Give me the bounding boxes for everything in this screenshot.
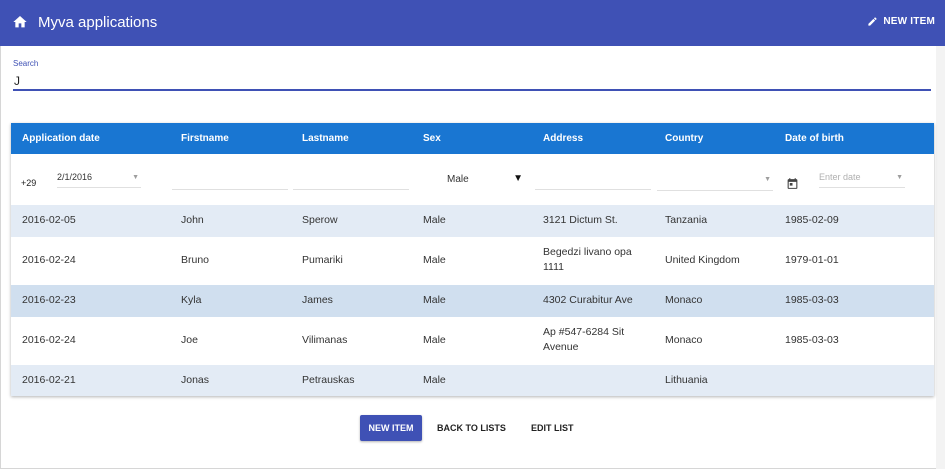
cell-country: United Kingdom	[665, 254, 740, 266]
applications-table: Application date Firstname Lastname Sex …	[11, 123, 934, 396]
filter-date-of-birth-placeholder: Enter date	[819, 172, 861, 182]
cell-lastname: James	[302, 294, 333, 306]
dropdown-caret-icon: ▼	[896, 174, 903, 181]
filter-row: +29 2/1/2016 ▼ Male ▼ ▼ Enter date ▼	[11, 154, 934, 205]
cell-application-date: 2016-02-24	[22, 254, 76, 266]
search-label: Search	[13, 59, 39, 68]
cell-address: 4302 Curabitur Ave	[543, 294, 633, 306]
filter-application-date[interactable]: 2/1/2016 ▼	[57, 172, 141, 188]
header-new-item-button[interactable]: NEW ITEM	[867, 16, 935, 27]
cell-date-of-birth: 1985-03-03	[785, 294, 839, 306]
home-icon[interactable]	[12, 14, 28, 30]
column-header-country[interactable]: Country	[665, 133, 703, 144]
cell-country: Monaco	[665, 334, 703, 346]
column-header-application-date[interactable]: Application date	[22, 133, 100, 144]
cell-firstname: John	[181, 214, 204, 226]
cell-sex: Male	[423, 294, 446, 306]
table-row[interactable]: 2016-02-23 Kyla James Male 4302 Curabitu…	[11, 285, 934, 317]
table-row[interactable]: 2016-02-24 Joe Vilimanas Male Ap #547-62…	[11, 317, 934, 365]
column-header-sex[interactable]: Sex	[423, 133, 441, 144]
scrollbar[interactable]	[936, 46, 945, 469]
cell-date-of-birth: 1985-03-03	[785, 334, 839, 346]
cell-address: 3121 Dictum St.	[543, 214, 618, 226]
filter-sex-value: Male	[447, 174, 469, 185]
back-to-lists-button[interactable]: BACK TO LISTS	[437, 415, 506, 441]
filter-application-date-value: 2/1/2016	[57, 172, 93, 182]
filter-country-select[interactable]: ▼	[657, 174, 773, 191]
cell-application-date: 2016-02-24	[22, 334, 76, 346]
header-new-item-label: NEW ITEM	[883, 16, 935, 27]
app-bar: Myva applications NEW ITEM	[0, 0, 945, 46]
cell-date-of-birth: 1985-02-09	[785, 214, 839, 226]
filter-sex-select[interactable]: Male ▼	[447, 173, 527, 190]
cell-lastname: Sperow	[302, 214, 338, 226]
cell-lastname: Petrauskas	[302, 374, 355, 386]
pencil-icon	[868, 17, 878, 26]
table-row[interactable]: 2016-02-05 John Sperow Male 3121 Dictum …	[11, 205, 934, 237]
cell-sex: Male	[423, 214, 446, 226]
column-header-firstname[interactable]: Firstname	[181, 133, 229, 144]
search-input[interactable]	[13, 72, 931, 91]
cell-lastname: Vilimanas	[302, 334, 348, 346]
dropdown-arrow-icon: ▼	[513, 173, 523, 184]
action-bar: NEW ITEM BACK TO LISTS EDIT LIST	[0, 415, 945, 441]
filter-firstname-input[interactable]	[172, 173, 288, 190]
cell-application-date: 2016-02-23	[22, 294, 76, 306]
cell-sex: Male	[423, 254, 446, 266]
cell-firstname: Joe	[181, 334, 198, 346]
cell-country: Tanzania	[665, 214, 708, 226]
dropdown-caret-icon: ▼	[764, 176, 771, 183]
filter-lastname-input[interactable]	[293, 173, 409, 190]
cell-sex: Male	[423, 334, 446, 346]
table-row[interactable]: 2016-02-21 Jonas Petrauskas Male Lithuan…	[11, 365, 934, 396]
cell-application-date: 2016-02-05	[22, 214, 76, 226]
app-title: Myva applications	[38, 14, 158, 31]
new-item-button[interactable]: NEW ITEM	[360, 415, 422, 441]
cell-date-of-birth: 1979-01-01	[785, 254, 839, 266]
filter-count: +29	[21, 178, 37, 188]
cell-firstname: Bruno	[181, 254, 210, 266]
column-header-date-of-birth[interactable]: Date of birth	[785, 133, 844, 144]
filter-address-input[interactable]	[535, 173, 651, 190]
edit-list-button[interactable]: EDIT LIST	[531, 415, 574, 441]
column-header-lastname[interactable]: Lastname	[302, 133, 349, 144]
table-header: Application date Firstname Lastname Sex …	[11, 123, 934, 154]
calendar-icon[interactable]	[786, 177, 799, 190]
filter-date-of-birth[interactable]: Enter date ▼	[819, 172, 905, 188]
cell-address: Begedzi livano opa 1111	[543, 246, 632, 273]
column-header-address[interactable]: Address	[543, 133, 583, 144]
dropdown-caret-icon: ▼	[132, 174, 139, 181]
cell-application-date: 2016-02-21	[22, 374, 76, 386]
cell-lastname: Pumariki	[302, 254, 343, 266]
cell-sex: Male	[423, 374, 446, 386]
cell-firstname: Jonas	[181, 374, 210, 386]
table-row[interactable]: 2016-02-24 Bruno Pumariki Male Begedzi l…	[11, 237, 934, 285]
cell-firstname: Kyla	[181, 294, 202, 306]
cell-country: Lithuania	[665, 374, 708, 386]
cell-address: Ap #547-6284 Sit Avenue	[543, 326, 625, 353]
cell-country: Monaco	[665, 294, 703, 306]
